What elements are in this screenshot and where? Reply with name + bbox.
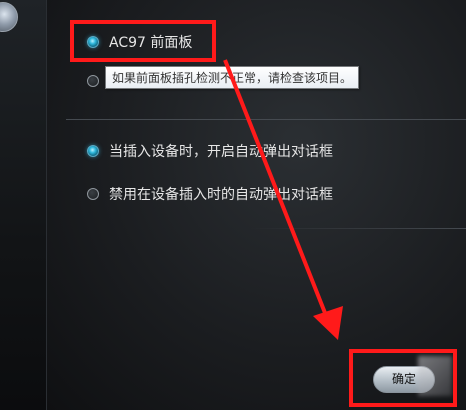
option-enable-autopopup[interactable]: 当插入设备时，开启自动弹出对话框 — [87, 141, 333, 161]
audio-settings-screen: AC97 前面板 如果前面板插孔检测不正常，请检查该项目。 当插入设备时，开启自… — [0, 0, 466, 410]
annotation-box-ac97 — [70, 20, 216, 62]
disable-autopopup-label: 禁用在设备插入时的自动弹出对话框 — [109, 187, 333, 203]
option-disable-autopopup[interactable]: 禁用在设备插入时的自动弹出对话框 — [87, 184, 333, 204]
disable-autopopup-radio-button[interactable] — [87, 188, 99, 200]
enable-autopopup-radio-button[interactable] — [87, 145, 99, 157]
section-divider-lower — [250, 228, 466, 229]
front-panel-tooltip: 如果前面板插孔检测不正常，请检查该项目。 — [105, 66, 360, 89]
left-sidebar-strip — [0, 0, 47, 410]
app-orb-icon[interactable] — [0, 2, 18, 32]
enable-autopopup-label: 当插入设备时，开启自动弹出对话框 — [109, 144, 333, 160]
hd-front-panel-radio-button[interactable] — [87, 75, 99, 87]
annotation-box-ok — [349, 349, 457, 407]
section-divider — [66, 119, 466, 120]
